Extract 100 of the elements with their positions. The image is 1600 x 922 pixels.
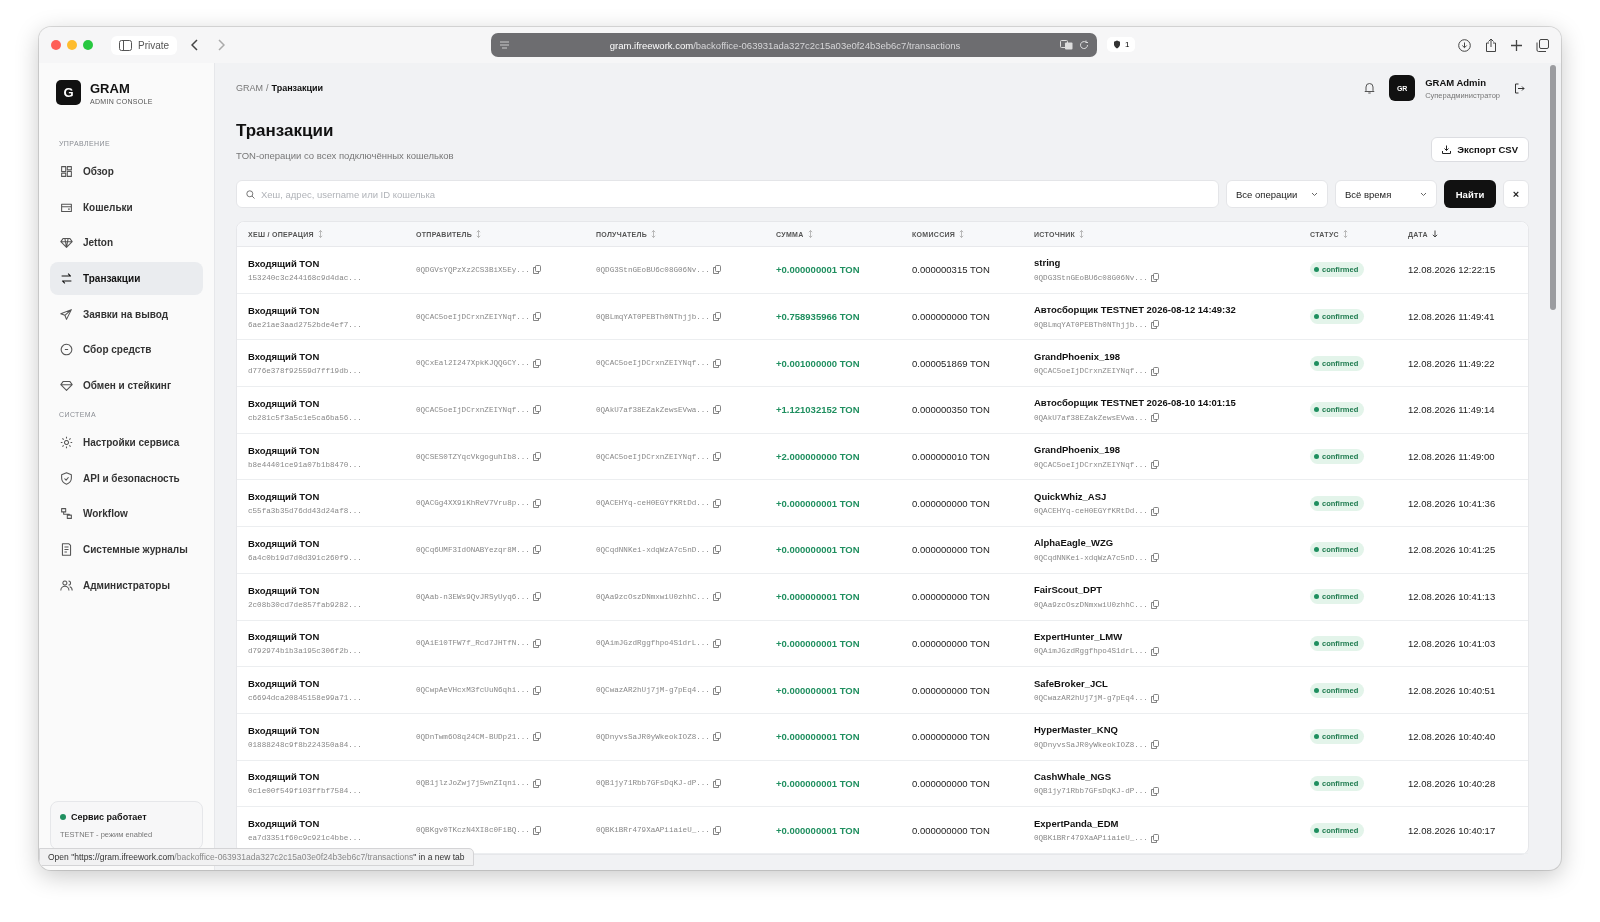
amount: +0.000000001 TON: [776, 544, 860, 556]
copy-icon[interactable]: [712, 685, 721, 695]
copy-icon[interactable]: [1150, 320, 1159, 330]
copy-icon[interactable]: [712, 545, 721, 555]
arrows-icon: [60, 272, 73, 286]
copy-icon[interactable]: [712, 638, 721, 648]
copy-icon[interactable]: [712, 778, 721, 788]
operation-type: Входящий TON: [248, 631, 320, 643]
nav-item[interactable]: Кошельки: [50, 190, 203, 224]
copy-icon[interactable]: [532, 358, 541, 368]
nav-item[interactable]: Системные журналы: [50, 532, 203, 566]
zoom-window-button[interactable]: [83, 40, 93, 50]
copy-icon[interactable]: [532, 778, 541, 788]
share-icon[interactable]: [1485, 38, 1497, 52]
copy-icon[interactable]: [1150, 506, 1159, 516]
amount: +0.000000001 TON: [776, 497, 860, 509]
operation-type: Входящий TON: [248, 257, 320, 269]
new-tab-icon[interactable]: [1511, 39, 1522, 51]
copy-icon[interactable]: [1150, 460, 1159, 470]
nav-item[interactable]: Обзор: [50, 155, 203, 188]
copy-icon[interactable]: [1150, 693, 1159, 703]
copy-icon[interactable]: [712, 452, 721, 462]
link-preview: Open "https://gram.ifreework.com/backoffice-063931ada327c2c15a03e0f24b3eb6c7/transactions" in a new tab: [39, 848, 474, 866]
copy-icon[interactable]: [712, 265, 721, 275]
tracker-badge[interactable]: 1: [1107, 37, 1136, 52]
nav-item[interactable]: Сбор средств: [50, 333, 203, 367]
copy-icon[interactable]: [532, 638, 541, 648]
copy-icon[interactable]: [532, 405, 541, 415]
period-select[interactable]: Всё время: [1335, 180, 1437, 208]
nav-item[interactable]: Настройки сервиса: [50, 425, 203, 459]
copy-icon[interactable]: [712, 592, 721, 602]
date: 12.08.2026 10:41:03: [1408, 637, 1496, 649]
bell-icon: [1364, 82, 1376, 94]
address-bar[interactable]: gram.ifreework.com/backoffice-063931ada327c2c15a03e0f24b3eb6c7/transactions: [491, 33, 1097, 57]
date: 12.08.2026 10:41:36: [1408, 497, 1496, 509]
grid-icon: [60, 165, 73, 178]
back-icon[interactable]: [191, 39, 200, 51]
tabs-overview-icon[interactable]: [1536, 38, 1549, 52]
export-csv-button[interactable]: Экспорт CSV: [1431, 137, 1529, 162]
source-name: ExpertPanda_EDM: [1034, 817, 1119, 829]
operation-type: Входящий TON: [248, 537, 320, 549]
private-tab-button[interactable]: Private: [111, 35, 178, 55]
copy-icon[interactable]: [712, 358, 721, 368]
amount: +0.758935966 TON: [776, 311, 860, 323]
copy-icon[interactable]: [1150, 413, 1159, 423]
copy-icon[interactable]: [712, 732, 721, 742]
copy-icon[interactable]: [1150, 600, 1159, 610]
copy-icon[interactable]: [532, 312, 541, 322]
nav-item[interactable]: Workflow: [50, 497, 203, 531]
copy-icon[interactable]: [532, 452, 541, 462]
document-icon: [60, 542, 73, 556]
copy-icon[interactable]: [1150, 786, 1159, 796]
amount: +0.000000001 TON: [776, 824, 860, 836]
copy-icon[interactable]: [532, 265, 541, 275]
operation-select[interactable]: Все операции: [1226, 180, 1328, 208]
nav-item[interactable]: Заявки на вывод: [50, 297, 203, 331]
copy-icon[interactable]: [1150, 833, 1159, 843]
scrollbar-thumb[interactable]: [1550, 65, 1556, 310]
page-menu-icon[interactable]: [499, 39, 510, 51]
source-name: CashWhale_NGS: [1034, 770, 1112, 782]
search-button[interactable]: Найти: [1444, 180, 1496, 208]
copy-icon[interactable]: [532, 498, 541, 508]
copy-icon[interactable]: [532, 592, 541, 602]
date: 12.08.2026 10:40:51: [1408, 684, 1496, 696]
translate-icon[interactable]: [1060, 40, 1073, 50]
logout-icon: [1514, 82, 1525, 94]
copy-icon[interactable]: [1150, 366, 1159, 376]
breadcrumb-link[interactable]: GRAM: [236, 83, 263, 93]
download-icon[interactable]: [1458, 38, 1471, 52]
copy-icon[interactable]: [1150, 740, 1159, 750]
operation-type: Входящий TON: [248, 491, 320, 503]
copy-icon[interactable]: [712, 312, 721, 322]
copy-icon[interactable]: [532, 825, 541, 835]
search-field[interactable]: Хеш, адрес, username или ID кошелька: [236, 180, 1219, 208]
operation-type: Входящий TON: [248, 304, 320, 316]
nav-item[interactable]: Jetton: [50, 226, 203, 260]
copy-icon[interactable]: [532, 685, 541, 695]
nav-item[interactable]: Обмен и стейкинг: [50, 369, 203, 403]
reload-icon[interactable]: [1079, 40, 1089, 50]
copy-icon[interactable]: [532, 545, 541, 555]
copy-icon[interactable]: [1150, 273, 1159, 283]
copy-icon[interactable]: [712, 498, 721, 508]
source-name: GrandPhoenix_198: [1034, 350, 1121, 362]
copy-icon[interactable]: [532, 732, 541, 742]
sidebar-toggle-icon: [119, 39, 132, 51]
copy-icon[interactable]: [712, 405, 721, 415]
download-icon: [1442, 145, 1452, 154]
nav-item[interactable]: Администраторы: [50, 568, 203, 602]
date: 12.08.2026 10:40:28: [1408, 777, 1496, 789]
close-window-button[interactable]: [51, 40, 61, 50]
clear-button[interactable]: ×: [1503, 180, 1529, 208]
fee: 0.000000000 TON: [912, 684, 990, 696]
operation-type: Входящий TON: [248, 444, 320, 456]
copy-icon[interactable]: [1150, 553, 1159, 563]
forward-icon[interactable]: [217, 39, 226, 51]
nav-item[interactable]: API и безопасность: [50, 461, 203, 495]
nav-item[interactable]: Транзакции: [50, 262, 203, 296]
copy-icon[interactable]: [1150, 646, 1159, 656]
sort-icon: [959, 230, 965, 238]
copy-icon[interactable]: [712, 825, 721, 835]
